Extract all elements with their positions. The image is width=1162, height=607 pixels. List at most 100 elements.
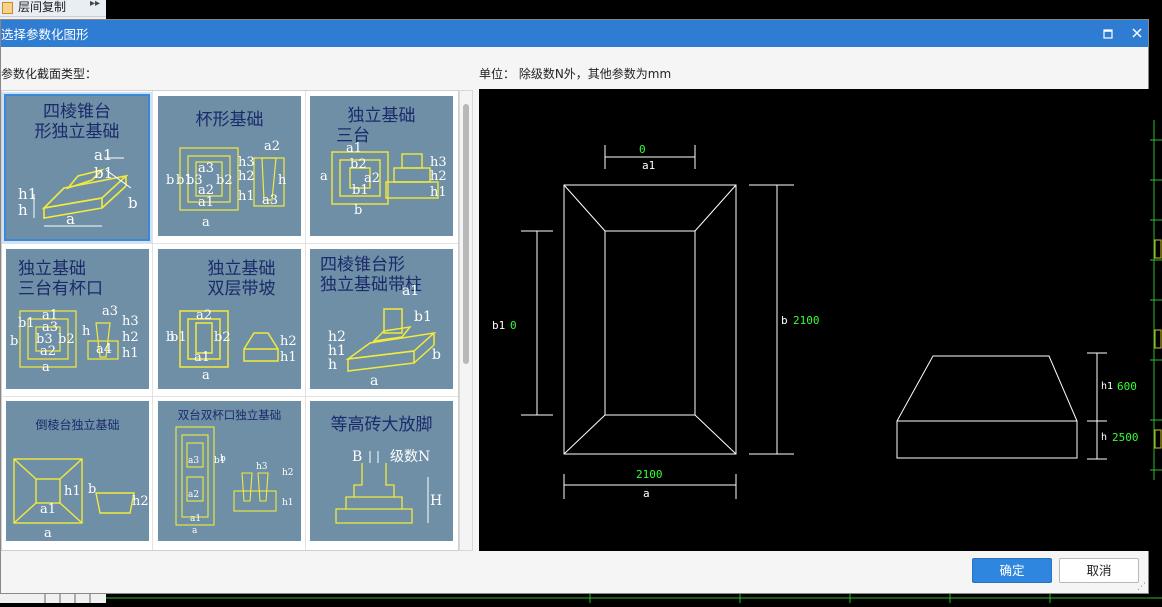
four-pyramid-footing-diagram: a1 b1 h1 h a b xyxy=(18,146,138,228)
label-h2: h2 xyxy=(122,330,139,345)
label-a: a xyxy=(320,169,328,184)
label-b: b xyxy=(220,454,226,464)
label-a4: a4 xyxy=(96,342,112,357)
label-b1: b1 xyxy=(94,164,113,182)
unit-label: 单位： 除级数N外，其他参数为mm xyxy=(479,67,672,81)
label-h1: h1 xyxy=(282,498,294,508)
cad-canvas-bottom xyxy=(0,594,1162,603)
label-grade-n: 级数N xyxy=(390,449,430,465)
label-h2: h2 xyxy=(430,169,447,184)
close-button[interactable] xyxy=(1129,24,1145,42)
label-a: a xyxy=(42,360,50,375)
cancel-button[interactable]: 取消 xyxy=(1059,558,1139,583)
cup-footing-diagram: a2 a3 b3 a2 a1 b2 b1 b h3 h2 h1 h a3 a xyxy=(166,139,287,230)
h1-label: h1 xyxy=(1101,381,1114,392)
menu-item-floor-copy[interactable]: 层间复制 ▸▸ xyxy=(0,0,106,17)
label-a: a xyxy=(192,526,198,536)
maximize-icon xyxy=(1103,29,1113,39)
double-layer-diagram: a2 b1 b2 a1 a h2 h1 b xyxy=(166,308,297,383)
menu-item-label: 层间复制 xyxy=(18,0,67,14)
b1-label: b1 xyxy=(492,319,506,332)
b-label: b xyxy=(781,314,788,327)
label-a2: a2 xyxy=(40,344,56,359)
label-H: H xyxy=(430,493,442,509)
label-h3: h3 xyxy=(122,314,139,329)
copy-icon xyxy=(2,2,13,14)
submenu-arrow-icon: ▸▸ xyxy=(90,0,101,9)
label-a3b: a3 xyxy=(102,304,118,319)
label-a1: a1 xyxy=(198,195,214,210)
label-a1: a1 xyxy=(190,514,201,524)
label-b1: b1 xyxy=(176,173,193,188)
label-h2: h2 xyxy=(132,494,149,509)
label-h: h xyxy=(18,201,28,219)
h-value: 2500 xyxy=(1112,431,1139,444)
three-tier-footing-diagram: a1 b2 a2 b1 h3 h2 h1 a b xyxy=(320,141,447,218)
pyramid-column-diagram: a1 b1 h2 h1 h a b xyxy=(328,283,441,389)
label-a: a xyxy=(202,368,210,383)
resize-grip-icon[interactable]: ⋰ xyxy=(1137,582,1146,592)
label-a: a xyxy=(44,526,52,541)
label-h1: h1 xyxy=(238,189,255,204)
label-a1: a1 xyxy=(346,141,362,156)
label-h3: h3 xyxy=(238,155,255,170)
cad-canvas-edge xyxy=(1148,0,1162,603)
label-a2: a2 xyxy=(196,308,212,323)
label-b1: b1 xyxy=(352,183,369,198)
thumb-cup-footing[interactable]: 杯形基础 a2 a3 b3 a2 a1 b2 b1 b h3 h2 h1 h a… xyxy=(158,96,301,236)
brick-footing-diagram: B 级数N H xyxy=(335,449,442,524)
label-h: h xyxy=(278,173,287,188)
label-h3: h3 xyxy=(430,155,447,170)
label-h1: h1 xyxy=(280,350,297,365)
label-b: b xyxy=(432,347,441,363)
label-h1: h1 xyxy=(122,346,139,361)
label-a3: a3 xyxy=(188,456,199,466)
thumb-three-tier-with-cup[interactable]: 独立基础 三台有杯口 a1 a3 b1 b3 b2 a2 a h3 h2 h1 … xyxy=(6,249,149,389)
dialog-titlebar[interactable]: 选择参数化图形 xyxy=(1,20,1148,47)
parametric-shape-dialog: 选择参数化图形 参数化截面类型： 单位： 除级数N外，其他参数为mm 四棱锥台 … xyxy=(0,19,1149,594)
thumb-four-pyramid-footing[interactable]: 四棱锥台 形独立基础 a1 b1 h1 h a b xyxy=(4,94,150,241)
b-value: 2100 xyxy=(793,314,820,327)
label-b: b xyxy=(354,203,362,218)
a-value: 2100 xyxy=(636,468,663,481)
label-a: a xyxy=(370,373,378,389)
label-b2: b2 xyxy=(216,173,233,188)
a1-value: 0 xyxy=(639,143,646,156)
label-b2: b2 xyxy=(58,332,75,347)
label-b2: b2 xyxy=(214,330,231,345)
label-h2: h2 xyxy=(282,468,294,478)
label-a1: a1 xyxy=(402,283,419,299)
label-b: b xyxy=(166,330,174,345)
three-tier-cup-diagram: a1 a3 b1 b3 b2 a2 a h3 h2 h1 h a3 a4 b xyxy=(10,304,139,375)
h-label: h xyxy=(1101,432,1108,443)
label-b: b xyxy=(166,173,174,188)
label-B: B xyxy=(352,449,362,465)
ok-button[interactable]: 确定 xyxy=(972,558,1052,583)
thumb-inverted-prism-footing[interactable]: 倒棱台独立基础 h1 a1 a b h2 xyxy=(6,401,149,541)
label-h2: h2 xyxy=(238,169,255,184)
thumb-double-tier-double-cup[interactable]: 双台双杯口独立基础 a3 a2 b1 b a1 a h3 h2 h1 xyxy=(158,401,301,541)
label-a: a xyxy=(202,215,210,230)
label-a2: a2 xyxy=(188,490,199,500)
label-h1: h1 xyxy=(64,484,81,499)
gallery-scrollbar[interactable] xyxy=(459,90,473,551)
thumb-pyramid-footing-with-column[interactable]: 四棱锥台形 独立基础带柱 a1 b1 h2 h1 h a b xyxy=(310,249,453,389)
label-a: a xyxy=(66,210,75,228)
label-h1: h1 xyxy=(430,185,447,200)
thumb-double-layer-sloped[interactable]: 独立基础 双层带坡 a2 b1 b2 a1 a h2 h1 b xyxy=(158,249,301,389)
dialog-title: 选择参数化图形 xyxy=(1,27,89,42)
label-a2: a2 xyxy=(264,139,280,154)
scrollbar-thumb[interactable] xyxy=(463,104,469,364)
double-cup-diagram: a3 a2 b1 b a1 a h3 h2 h1 xyxy=(175,426,294,536)
section-type-gallery: 四棱锥台 形独立基础 a1 b1 h1 h a b 杯形基础 a2 a3 b3 … xyxy=(1,90,459,551)
label-a1: a1 xyxy=(194,350,210,365)
label-b: b xyxy=(128,194,138,212)
close-icon xyxy=(1132,28,1142,38)
thumb-independent-footing-three-tier[interactable]: 独立基础 三台 a1 b2 a2 b1 h3 h2 h1 a b xyxy=(310,96,453,236)
label-b1: b1 xyxy=(18,316,35,331)
maximize-button[interactable] xyxy=(1101,26,1115,40)
b1-value: 0 xyxy=(510,319,517,332)
a-label: a xyxy=(643,487,650,500)
label-b: b xyxy=(10,334,18,349)
thumb-equal-height-brick-footing[interactable]: 等高砖大放脚 B 级数N H xyxy=(310,401,453,541)
